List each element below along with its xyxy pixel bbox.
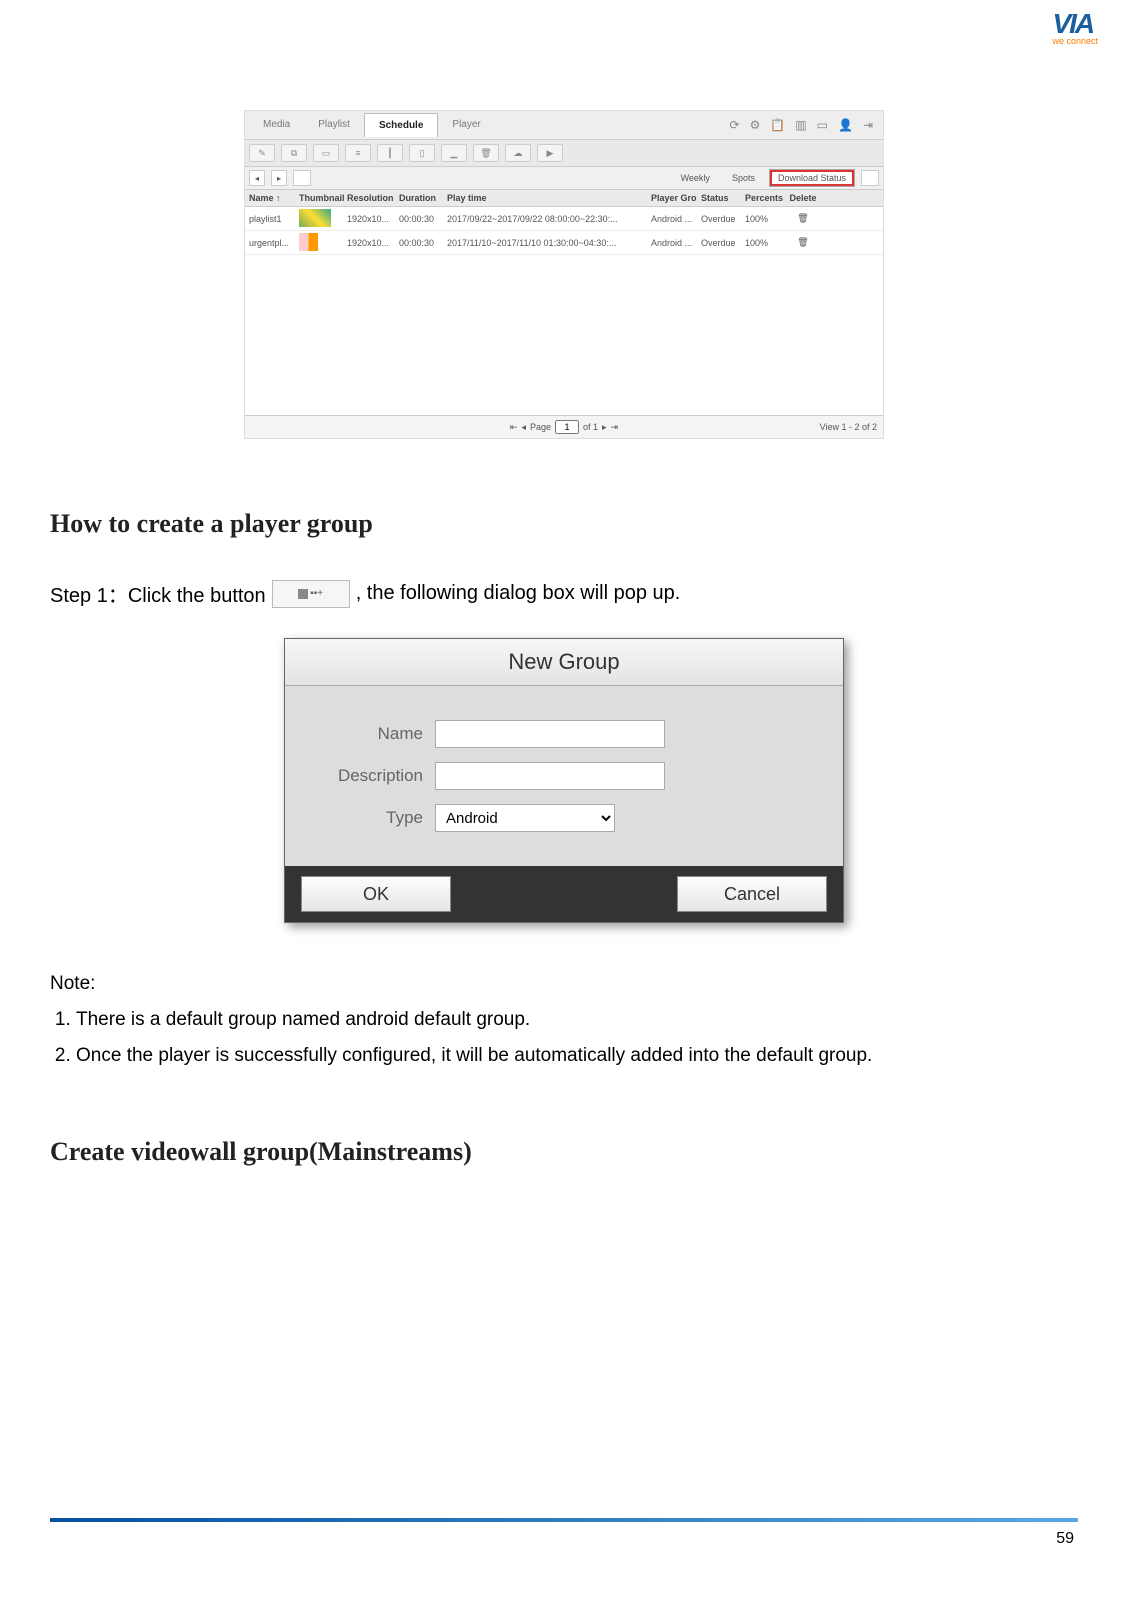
col-thumbnail: Thumbnail [299,193,347,203]
cancel-button[interactable]: Cancel [677,876,827,912]
nav-prev-icon[interactable]: ◂ [249,170,265,186]
col-duration: Duration [399,193,447,203]
nav-next-icon[interactable]: ▸ [271,170,287,186]
toolbar-paste-icon[interactable]: ▭ [313,144,339,162]
page-number: 59 [1056,1530,1074,1548]
note-item: Once the player is successfully configur… [76,1045,1078,1067]
toolbar-trash-icon[interactable]: 🗑 [473,144,499,162]
table-header: Name ↑ Thumbnail Resolution Duration Pla… [245,190,883,207]
toolbar-list-icon[interactable]: ≡ [345,144,371,162]
clipboard-icon[interactable]: 📋 [770,118,785,132]
col-playtime: Play time [447,193,651,203]
grid-toggle-icon[interactable] [861,170,879,186]
type-select[interactable]: Android [435,804,615,832]
pager-summary: View 1 - 2 of 2 [820,422,877,432]
user-icon[interactable]: 👤 [838,118,853,132]
pager-last-icon[interactable]: ⇥ [611,422,619,433]
col-name[interactable]: Name ↑ [249,193,299,203]
toolbar-cloud-icon[interactable]: ☁ [505,144,531,162]
col-player-group: Player Gro [651,193,701,203]
tab-media[interactable]: Media [249,113,304,137]
note-list: There is a default group named android d… [50,1009,1078,1067]
delete-row-icon[interactable]: 🗑 [787,213,819,224]
footer-divider [50,1518,1078,1522]
col-resolution: Resolution [347,193,399,203]
filter-download-status[interactable]: Download Status [769,169,855,187]
type-label: Type [315,808,435,828]
name-label: Name [315,724,435,744]
col-delete: Delete [787,193,819,203]
toolbar-split-icon[interactable]: ┃ [377,144,403,162]
step-1: Step 1：Click the button ▪▪+ , the follow… [50,579,1078,608]
schedule-window: Media Playlist Schedule Player ⟳ ⚙ 📋 ▥ ▭… [244,110,884,439]
toolbar-publish-icon[interactable]: ▶ [537,144,563,162]
table-empty-area [245,255,883,415]
name-field[interactable] [435,720,665,748]
section-title-create-player-group: How to create a player group [50,509,1078,539]
new-group-dialog: New Group Name Description Type Android … [284,638,844,923]
toolbar-tag-icon[interactable]: ▯ [409,144,435,162]
table-row[interactable]: playlist1 1920x10... 00:00:30 2017/09/22… [245,207,883,231]
description-label: Description [315,766,435,786]
gear-icon[interactable]: ⚙ [750,118,761,132]
pager-next-icon[interactable]: ▸ [602,422,607,433]
pager-prev-icon[interactable]: ◂ [521,422,526,433]
tab-schedule[interactable]: Schedule [364,113,438,137]
col-percents: Percents [745,193,787,203]
ok-button[interactable]: OK [301,876,451,912]
thumbnail-image [299,233,331,251]
add-group-button[interactable]: ▪▪+ [272,580,350,608]
col-status: Status [701,193,745,203]
monitor-icon[interactable]: ▭ [817,118,828,132]
thumbnail-image [299,209,331,227]
tab-playlist[interactable]: Playlist [304,113,364,137]
description-field[interactable] [435,762,665,790]
dialog-title: New Group [285,639,843,686]
table-row[interactable]: urgentpl... 1920x10... 00:00:30 2017/11/… [245,231,883,255]
filter-weekly[interactable]: Weekly [673,170,718,186]
toolbar: ✎ ⧉ ▭ ≡ ┃ ▯ ▁ 🗑 ☁ ▶ [245,140,883,167]
pager: ⇤ ◂ Page of 1 ▸ ⇥ View 1 - 2 of 2 [245,415,883,438]
toolbar-edit-icon[interactable]: ✎ [249,144,275,162]
exit-icon[interactable]: ⇥ [863,118,873,132]
pager-page-input[interactable] [555,420,579,434]
pager-first-icon[interactable]: ⇤ [510,422,518,433]
note-heading: Note: [50,973,1078,995]
logo-tagline: we connect [1052,36,1098,46]
toolbar-copy-icon[interactable]: ⧉ [281,144,307,162]
calendar-icon[interactable] [293,170,311,186]
section-title-videowall: Create videowall group(Mainstreams) [50,1137,1078,1167]
tab-player[interactable]: Player [438,113,494,137]
note-item: There is a default group named android d… [76,1009,1078,1031]
filter-spots[interactable]: Spots [724,170,763,186]
brand-logo: VIA we connect [1052,8,1098,46]
chart-icon[interactable]: ▥ [795,118,806,132]
refresh-icon[interactable]: ⟳ [730,118,740,132]
toolbar-box-icon[interactable]: ▁ [441,144,467,162]
delete-row-icon[interactable]: 🗑 [787,237,819,248]
